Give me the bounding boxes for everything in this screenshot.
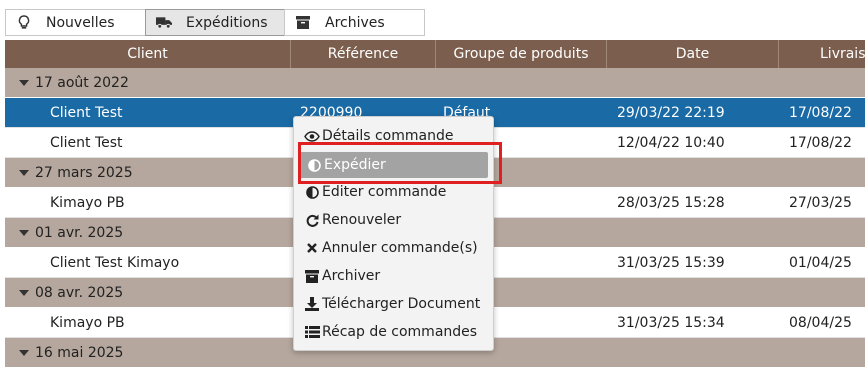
refresh-icon [304, 212, 320, 228]
cell-livraison: 08/04/25 [789, 314, 852, 331]
menu-item-label: Annuler commande(s) [322, 240, 478, 256]
cell-date: 31/03/25 15:39 [617, 254, 725, 271]
tab-label: Nouvelles [46, 14, 115, 31]
menu-item-label: Détails commande [322, 128, 454, 144]
column-header-reference[interactable]: Référence [291, 40, 436, 68]
half-circle-icon [304, 184, 320, 200]
chevron-down-icon [19, 349, 29, 356]
menu-item-details[interactable]: Détails commande [294, 123, 493, 149]
menu-item-label: Renouveler [322, 212, 402, 228]
eye-icon [304, 128, 320, 144]
truck-icon [156, 15, 172, 31]
tab-label: Expéditions [186, 14, 268, 31]
cell-date: 29/03/22 22:19 [617, 104, 725, 121]
tab-expeditions[interactable]: Expéditions [145, 9, 285, 36]
cell-livraison: 01/04/25 [789, 254, 852, 271]
context-menu: Détails commande Expédier Editer command… [293, 116, 494, 351]
cell-date: 31/03/25 15:34 [617, 314, 725, 331]
menu-item-annuler[interactable]: Annuler commande(s) [294, 235, 493, 261]
cell-client: Kimayo PB [50, 194, 125, 211]
cell-client: Client Test [50, 134, 123, 151]
tab-bar: Nouvelles Expéditions Archives [5, 9, 425, 37]
menu-item-telecharger[interactable]: Télécharger Document [294, 291, 493, 317]
menu-item-label: Archiver [322, 268, 381, 284]
tab-archives[interactable]: Archives [284, 9, 425, 36]
cell-client: Client Test Kimayo [50, 254, 180, 271]
column-header-date[interactable]: Date [607, 40, 779, 68]
group-row[interactable]: 17 août 2022 [5, 68, 865, 98]
archive-icon [295, 15, 311, 31]
chevron-down-icon [19, 169, 29, 176]
menu-item-label: Editer commande [322, 184, 447, 200]
tab-nouvelles[interactable]: Nouvelles [5, 9, 146, 36]
cell-client: Client Test [50, 104, 123, 121]
menu-item-label: Télécharger Document [322, 296, 481, 312]
group-label: 16 mai 2025 [35, 344, 124, 361]
cell-livraison: 17/08/22 [789, 134, 852, 151]
cell-livraison: 17/08/22 [789, 104, 852, 121]
cell-client: Kimayo PB [50, 314, 125, 331]
close-icon [304, 240, 320, 256]
list-icon [304, 324, 320, 340]
menu-item-expedier[interactable]: Expédier [299, 152, 488, 178]
group-label: 01 avr. 2025 [35, 224, 124, 241]
column-header-livraison[interactable]: Livraiso [779, 40, 865, 68]
tab-label: Archives [325, 14, 385, 31]
half-circle-icon [306, 157, 322, 173]
group-label: 17 août 2022 [35, 74, 129, 91]
group-label: 08 avr. 2025 [35, 284, 124, 301]
menu-item-label: Récap de commandes [322, 324, 478, 340]
download-icon [304, 296, 320, 312]
chevron-down-icon [19, 289, 29, 296]
table-header: Client Référence Groupe de produits Date… [5, 40, 865, 68]
cell-livraison: 27/03/25 [789, 194, 852, 211]
menu-item-label: Expédier [324, 157, 386, 173]
menu-item-renouveler[interactable]: Renouveler [294, 207, 493, 233]
column-header-groupe[interactable]: Groupe de produits [436, 40, 607, 68]
menu-item-archiver[interactable]: Archiver [294, 263, 493, 289]
archive-icon [304, 268, 320, 284]
menu-item-editer[interactable]: Editer commande [294, 179, 493, 205]
chevron-down-icon [19, 79, 29, 86]
menu-item-recap[interactable]: Récap de commandes [294, 319, 493, 345]
chevron-down-icon [19, 229, 29, 236]
group-label: 27 mars 2025 [35, 164, 133, 181]
cell-date: 28/03/25 15:28 [617, 194, 725, 211]
cell-date: 12/04/22 10:40 [617, 134, 725, 151]
column-header-client[interactable]: Client [5, 40, 291, 68]
lightbulb-icon [16, 15, 32, 31]
